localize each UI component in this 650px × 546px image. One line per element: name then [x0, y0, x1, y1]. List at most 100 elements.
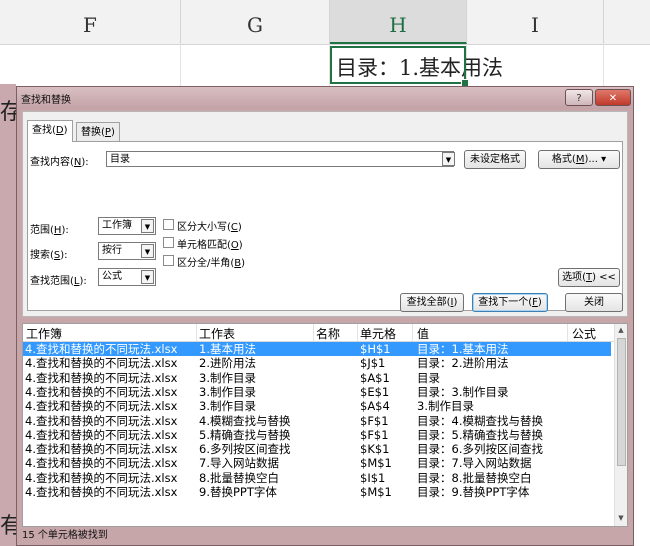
find-next-button[interactable]: 查找下一个(F): [472, 293, 548, 312]
result-cell-book: 4.查找和替换的不同玩法.xlsx: [25, 413, 178, 428]
result-cell-cell: $H$1: [360, 342, 391, 356]
result-row[interactable]: 4.查找和替换的不同玩法.xlsx 5.精确查找与替换 $F$1 目录：5.精确查找与…: [23, 428, 611, 442]
column-header-i[interactable]: I: [467, 0, 604, 44]
match-case-checkbox[interactable]: [163, 219, 174, 230]
result-cell-sheet: 3.制作目录: [199, 384, 256, 399]
match-width-checkbox[interactable]: [163, 255, 174, 266]
column-header-formula[interactable]: 公式: [572, 325, 596, 342]
status-bar: 15 个单元格被找到: [22, 530, 108, 541]
result-cell-cell: $F$1: [360, 427, 389, 442]
help-button[interactable]: ?: [565, 89, 593, 106]
dialog-client: 查找(D) 替换(P) 查找内容(N): 目录 ▼ 未设定格式 格式(M)...…: [22, 111, 628, 317]
results-scrollbar[interactable]: ▲ ▼: [614, 324, 627, 526]
chevron-down-icon: ▼: [141, 244, 154, 258]
find-tab-panel: 查找内容(N): 目录 ▼ 未设定格式 格式(M)... ▾ 范围(H): 工作…: [27, 141, 623, 311]
match-cell-label: 单元格匹配(O): [177, 240, 243, 251]
scope-select[interactable]: 工作簿 ▼: [98, 217, 156, 235]
result-cell-book: 4.查找和替换的不同玩法.xlsx: [25, 399, 178, 414]
dialog-titlebar[interactable]: 查找和替换 ? ✕: [17, 87, 633, 109]
result-cell-book: 4.查找和替换的不同玩法.xlsx: [25, 470, 178, 485]
background-window-edge: [0, 84, 16, 546]
result-cell-cell: $K$1: [360, 442, 390, 457]
result-cell-book: 4.查找和替换的不同玩法.xlsx: [25, 456, 178, 471]
scope-label: 范围(H):: [30, 225, 69, 236]
result-cell-cell: $F$1: [360, 413, 389, 428]
scroll-up-icon[interactable]: ▲: [615, 326, 627, 334]
window-close-button[interactable]: ✕: [595, 89, 631, 106]
scroll-down-icon[interactable]: ▼: [615, 514, 627, 522]
result-cell-sheet: 8.批量替换空白: [199, 470, 279, 485]
result-cell-value: 目录：8.批量替换空白: [417, 470, 532, 485]
result-row[interactable]: 4.查找和替换的不同玩法.xlsx 4.模糊查找与替换 $F$1 目录：4.模糊查找与…: [23, 414, 611, 428]
result-row[interactable]: 4.查找和替换的不同玩法.xlsx 6.多列按区间查找 $K$1 目录：6.多列按区间…: [23, 442, 611, 456]
result-row[interactable]: 4.查找和替换的不同玩法.xlsx 8.批量替换空白 $I$1 目录：8.批量替换空白: [23, 471, 611, 485]
format-status-label: 未设定格式: [464, 150, 526, 169]
result-cell-cell: $A$1: [360, 370, 390, 385]
result-cell-value: 目录：7.导入网站数据: [417, 456, 532, 471]
tab-replace[interactable]: 替换(P): [76, 122, 120, 142]
column-header-g[interactable]: G: [181, 0, 330, 44]
find-all-button[interactable]: 查找全部(I): [400, 293, 464, 312]
column-header-name[interactable]: 名称: [316, 325, 340, 342]
result-row[interactable]: 4.查找和替换的不同玩法.xlsx 3.制作目录 $A$1 目录: [23, 371, 611, 385]
match-width-label: 区分全/半角(B): [177, 258, 246, 269]
chevron-down-icon: ▼: [141, 270, 154, 284]
results-list[interactable]: 工作簿 工作表 名称 单元格 值 公式 4.查找和替换的不同玩法.xlsx 1.基…: [22, 323, 628, 527]
result-cell-book: 4.查找和替换的不同玩法.xlsx: [25, 342, 178, 356]
column-header-f[interactable]: F: [0, 0, 181, 44]
result-cell-value: 目录: [417, 370, 440, 385]
format-button[interactable]: 格式(M)... ▾: [538, 150, 620, 169]
chevron-down-icon: ▼: [141, 219, 154, 233]
result-cell-sheet: 9.替换PPT字体: [199, 485, 277, 499]
result-cell-book: 4.查找和替换的不同玩法.xlsx: [25, 356, 178, 371]
result-cell-cell: $E$1: [360, 384, 390, 399]
result-cell-cell: $A$4: [360, 399, 390, 414]
result-cell-value: 目录：1.基本用法: [417, 342, 509, 356]
result-row[interactable]: 4.查找和替换的不同玩法.xlsx 1.基本用法 $H$1 目录：1.基本用法: [23, 342, 611, 356]
column-header-sheet[interactable]: 工作表: [199, 325, 235, 342]
find-what-input[interactable]: 目录: [106, 151, 454, 167]
result-cell-book: 4.查找和替换的不同玩法.xlsx: [25, 384, 178, 399]
look-in-select[interactable]: 公式 ▼: [98, 268, 156, 286]
scroll-thumb[interactable]: [617, 338, 626, 466]
result-cell-value: 目录：2.进阶用法: [417, 356, 509, 371]
result-cell-value: 目录：5.精确查找与替换: [417, 427, 543, 442]
find-replace-dialog: 查找和替换 ? ✕ 查找(D) 替换(P) 查找内容(N): 目录 ▼ 未设定格…: [16, 86, 634, 546]
result-row[interactable]: 4.查找和替换的不同玩法.xlsx 7.导入网站数据 $M$1 目录：7.导入网站数据: [23, 456, 611, 470]
result-cell-cell: $M$1: [360, 456, 392, 471]
column-header-workbook[interactable]: 工作簿: [26, 325, 62, 342]
options-button[interactable]: 选项(T) <<: [558, 268, 620, 287]
result-row[interactable]: 4.查找和替换的不同玩法.xlsx 3.制作目录 $E$1 目录：3.制作目录: [23, 385, 611, 399]
results-header: 工作簿 工作表 名称 单元格 值 公式: [23, 324, 617, 342]
result-cell-cell: $I$1: [360, 470, 386, 485]
result-cell-book: 4.查找和替换的不同玩法.xlsx: [25, 442, 178, 457]
result-cell-cell: $M$1: [360, 485, 392, 499]
result-cell-sheet: 1.基本用法: [199, 342, 256, 356]
result-cell-book: 4.查找和替换的不同玩法.xlsx: [25, 370, 178, 385]
result-cell-book: 4.查找和替换的不同玩法.xlsx: [25, 427, 178, 442]
result-row[interactable]: 4.查找和替换的不同玩法.xlsx 3.制作目录 $A$4 3.制作目录: [23, 399, 611, 413]
tab-find[interactable]: 查找(D): [27, 120, 73, 142]
selected-cell[interactable]: [330, 46, 466, 84]
column-header-cell[interactable]: 单元格: [360, 325, 396, 342]
column-header-value[interactable]: 值: [417, 325, 429, 342]
result-cell-sheet: 7.导入网站数据: [199, 456, 279, 471]
result-cell-sheet: 4.模糊查找与替换: [199, 413, 291, 428]
match-case-label: 区分大小写(C): [177, 222, 242, 233]
result-cell-value: 目录：6.多列按区间查找: [417, 442, 543, 457]
result-row[interactable]: 4.查找和替换的不同玩法.xlsx 9.替换PPT字体 $M$1 目录：9.替换PPT…: [23, 485, 611, 499]
result-cell-value: 目录：3.制作目录: [417, 384, 509, 399]
result-cell-book: 4.查找和替换的不同玩法.xlsx: [25, 485, 178, 499]
search-order-select[interactable]: 按行 ▼: [98, 242, 156, 260]
column-header-h[interactable]: H: [330, 0, 467, 44]
match-cell-checkbox[interactable]: [163, 237, 174, 248]
result-cell-sheet: 6.多列按区间查找: [199, 442, 291, 457]
find-history-dropdown[interactable]: ▼: [442, 152, 455, 166]
close-button[interactable]: 关闭: [565, 293, 623, 312]
result-cell-sheet: 3.制作目录: [199, 399, 256, 414]
search-label: 搜索(S):: [30, 250, 68, 261]
find-what-label: 查找内容(N):: [30, 157, 89, 168]
result-cell-value: 3.制作目录: [417, 399, 474, 414]
result-row[interactable]: 4.查找和替换的不同玩法.xlsx 2.进阶用法 $J$1 目录：2.进阶用法: [23, 356, 611, 370]
result-cell-cell: $J$1: [360, 356, 386, 371]
